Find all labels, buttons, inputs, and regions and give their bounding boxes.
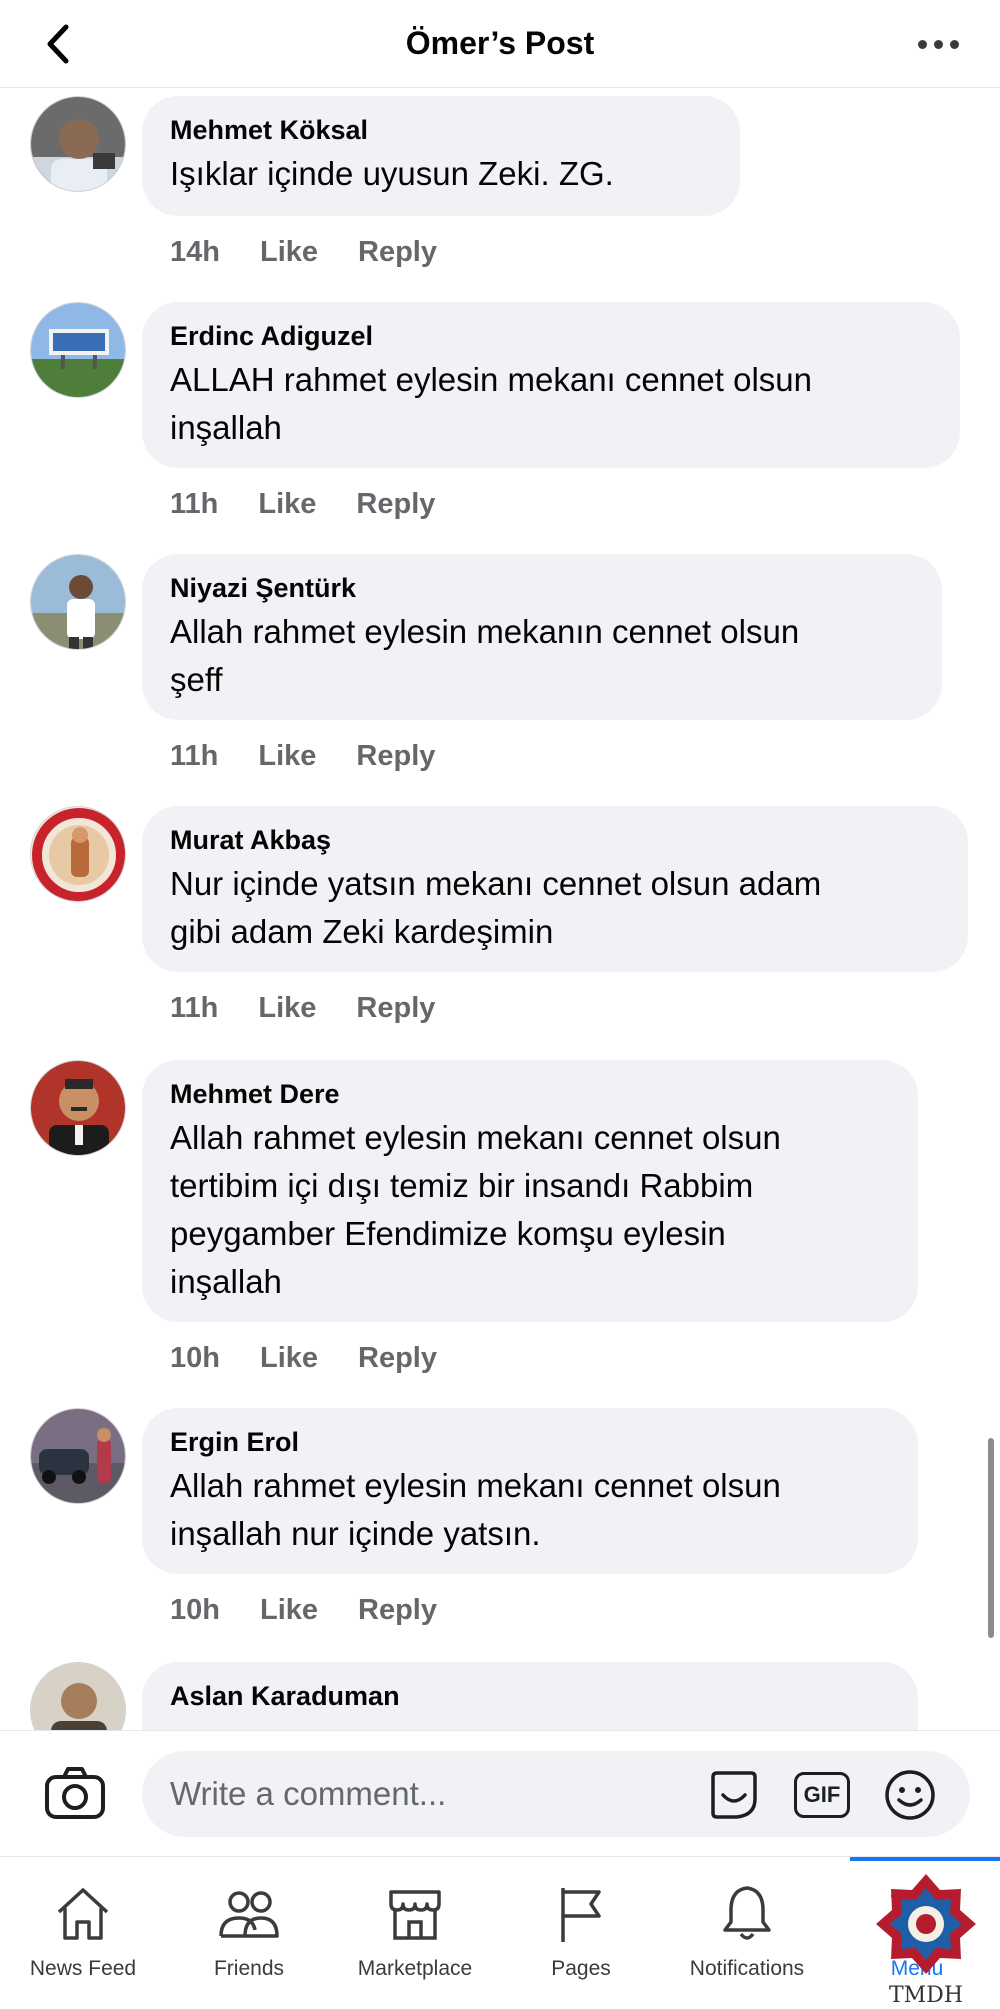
chevron-left-icon <box>47 24 69 64</box>
reply-button[interactable]: Reply <box>356 488 435 521</box>
dot-icon <box>949 39 959 49</box>
nav-label: Friends <box>213 1957 285 1980</box>
comment-actions: 11h Like Reply <box>170 740 435 773</box>
comment-text-line: gibi adam Zeki kardeşimin <box>170 913 554 950</box>
comment-author[interactable]: Mehmet Dere <box>170 1076 888 1112</box>
like-button[interactable]: Like <box>258 740 316 773</box>
like-button[interactable]: Like <box>260 1342 318 1375</box>
bell-icon <box>723 1886 771 1940</box>
comment-author[interactable]: Niyazi Şentürk <box>170 570 912 606</box>
reply-button[interactable]: Reply <box>358 236 437 269</box>
comment-text-line: inşallah <box>170 409 282 446</box>
top-bar: Ömer’s Post <box>0 0 1000 88</box>
comment-author[interactable]: Aslan Karaduman <box>170 1678 888 1714</box>
comment-bubble: Ergin Erol Allah rahmet eylesin mekanı c… <box>142 1408 918 1574</box>
comment-author[interactable]: Murat Akbaş <box>170 822 938 858</box>
sticker-button[interactable] <box>706 1769 762 1821</box>
avatar[interactable] <box>30 554 126 650</box>
comment-text-line: Nur içinde yatsın mekanı cennet olsun ad… <box>170 865 822 902</box>
comment-time: 10h <box>170 1342 220 1374</box>
comment-composer: Write a comment... GIF <box>0 1730 1000 1856</box>
comment-actions: 10h Like Reply <box>170 1594 437 1627</box>
avatar[interactable] <box>30 96 126 192</box>
back-button[interactable] <box>36 20 80 68</box>
comment-text-line: Allah rahmet eylesin mekanı cennet olsun <box>170 1119 781 1156</box>
avatar[interactable] <box>30 302 126 398</box>
active-tab-indicator <box>850 1857 1000 1861</box>
nav-label: Marketplace <box>357 1957 473 1980</box>
comment-bubble: Mehmet Dere Allah rahmet eylesin mekanı … <box>142 1060 918 1322</box>
camera-icon <box>45 1767 105 1819</box>
comment-author[interactable]: Mehmet Köksal <box>170 112 710 148</box>
nav-label: Pages <box>551 1957 611 1980</box>
nav-item-marketplace[interactable]: Marketplace <box>332 1879 498 1999</box>
comment-text-line: şeff <box>170 661 223 698</box>
page-title: Ömer’s Post <box>405 25 595 61</box>
reply-button[interactable]: Reply <box>356 992 435 1025</box>
marketplace-icon <box>389 1890 441 1940</box>
comment-text-line: peygamber Efendimize komşu eylesin <box>170 1215 726 1252</box>
nav-item-news-feed[interactable]: News Feed <box>0 1879 166 1999</box>
nav-item-pages[interactable]: Pages <box>498 1879 664 1999</box>
gif-label: GIF <box>803 1782 841 1807</box>
comment-bubble: Niyazi Şentürk Allah rahmet eylesin meka… <box>142 554 942 720</box>
like-button[interactable]: Like <box>260 1594 318 1627</box>
camera-button[interactable] <box>44 1765 106 1821</box>
avatar[interactable] <box>30 1060 126 1156</box>
bottom-navigation: News Feed Friends Marketplace Pages Noti… <box>0 1856 1000 2009</box>
more-options-button[interactable] <box>912 22 964 66</box>
nav-label: Notifications <box>689 1957 805 1980</box>
comment-bubble: Murat Akbaş Nur içinde yatsın mekanı cen… <box>142 806 968 972</box>
nav-item-friends[interactable]: Friends <box>166 1879 332 1999</box>
gif-button[interactable]: GIF <box>794 1769 850 1821</box>
comment-author[interactable]: Erdinc Adiguzel <box>170 318 930 354</box>
comment-list[interactable]: Mehmet Köksal Işıklar içinde uyusun Zeki… <box>0 88 1000 1730</box>
nav-label: News Feed <box>29 1957 137 1980</box>
comment-bubble: Mehmet Köksal Işıklar içinde uyusun Zeki… <box>142 96 740 216</box>
watermark-logo: TMDH <box>868 1870 984 2008</box>
comment-input-placeholder: Write a comment... <box>170 1775 447 1812</box>
comment-text-line: Allah rahmet eylesin mekanın cennet olsu… <box>170 613 800 650</box>
smiley-icon <box>885 1770 935 1820</box>
like-button[interactable]: Like <box>258 992 316 1025</box>
comment-time: 14h <box>170 236 220 268</box>
comment-text-line: inşallah <box>170 1263 282 1300</box>
comment-actions: 14h Like Reply <box>170 236 437 269</box>
dot-icon <box>933 39 943 49</box>
reply-button[interactable]: Reply <box>356 740 435 773</box>
scrollbar[interactable] <box>988 1438 994 1638</box>
comment-text-line: tertibim içi dışı temiz bir insandı Rabb… <box>170 1167 754 1204</box>
flag-icon <box>561 1888 601 1942</box>
comment-time: 11h <box>170 488 219 520</box>
reply-button[interactable]: Reply <box>358 1342 437 1375</box>
comment-text: Işıklar içinde uyusun Zeki. ZG. <box>170 155 614 192</box>
watermark-text: TMDH <box>888 1983 964 2008</box>
avatar[interactable] <box>30 806 126 902</box>
comment-time: 10h <box>170 1594 220 1626</box>
comment-text-line: inşallah nur içinde yatsın. <box>170 1515 541 1552</box>
home-icon <box>57 1888 109 1940</box>
friends-icon <box>219 1891 279 1938</box>
reply-button[interactable]: Reply <box>358 1594 437 1627</box>
comment-actions: 10h Like Reply <box>170 1342 437 1375</box>
dot-icon <box>917 39 927 49</box>
comment-bubble: Erdinc Adiguzel ALLAH rahmet eylesin mek… <box>142 302 960 468</box>
avatar[interactable] <box>30 1408 126 1504</box>
comment-actions: 11h Like Reply <box>170 992 435 1025</box>
sticker-icon <box>711 1771 757 1819</box>
comment-time: 11h <box>170 992 219 1024</box>
comment-actions: 11h Like Reply <box>170 488 435 521</box>
like-button[interactable]: Like <box>258 488 316 521</box>
like-button[interactable]: Like <box>260 236 318 269</box>
comment-text-line: ALLAH rahmet eylesin mekanı cennet olsun <box>170 361 813 398</box>
avatar[interactable] <box>30 1662 126 1730</box>
gif-icon: GIF <box>794 1772 850 1818</box>
emoji-button[interactable] <box>882 1769 938 1821</box>
comment-time: 11h <box>170 740 219 772</box>
comment-bubble: Aslan Karaduman <box>142 1662 918 1730</box>
comment-text-line: Allah rahmet eylesin mekanı cennet olsun <box>170 1467 781 1504</box>
nav-item-notifications[interactable]: Notifications <box>664 1879 830 1999</box>
comment-author[interactable]: Ergin Erol <box>170 1424 888 1460</box>
